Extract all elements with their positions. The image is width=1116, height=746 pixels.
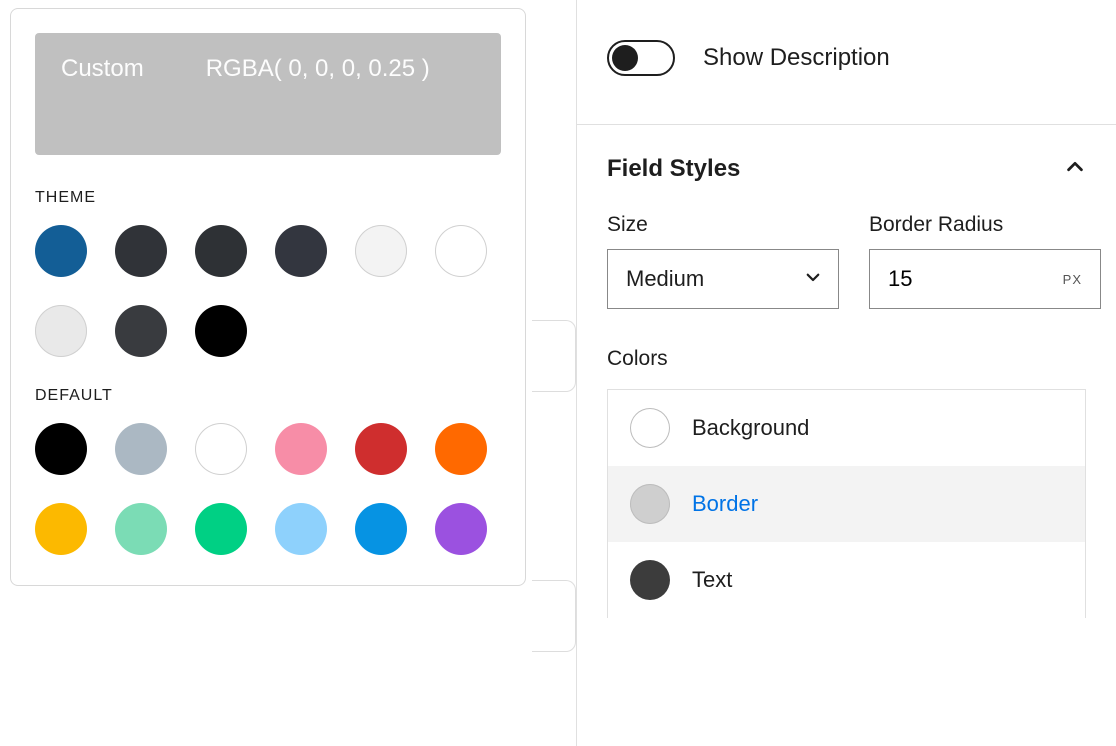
default-swatch-4[interactable] [355, 423, 407, 475]
theme-swatch-5[interactable] [435, 225, 487, 277]
theme-swatch-6[interactable] [35, 305, 87, 357]
color-swatch-border [630, 484, 670, 524]
border-radius-input[interactable] [888, 266, 1053, 292]
default-swatch-6[interactable] [35, 503, 87, 555]
theme-swatch-8[interactable] [195, 305, 247, 357]
colors-label: Colors [607, 347, 1086, 371]
default-swatch-row-2 [35, 503, 501, 555]
colors-list: Background Border Text [607, 389, 1086, 618]
default-swatch-3[interactable] [275, 423, 327, 475]
color-row-label: Border [692, 491, 758, 517]
theme-palette-title: THEME [35, 189, 501, 207]
default-swatch-5[interactable] [435, 423, 487, 475]
theme-swatch-3[interactable] [275, 225, 327, 277]
border-radius-label: Border Radius [869, 213, 1101, 237]
border-radius-field: PX [869, 249, 1101, 309]
field-styles-title: Field Styles [607, 155, 740, 183]
default-swatch-7[interactable] [115, 503, 167, 555]
color-row-border[interactable]: Border [608, 466, 1085, 542]
ghost-outline [532, 580, 576, 652]
default-swatch-8[interactable] [195, 503, 247, 555]
color-row-text[interactable]: Text [608, 542, 1085, 618]
theme-swatch-4[interactable] [355, 225, 407, 277]
color-row-label: Text [692, 567, 732, 593]
default-palette-title: DEFAULT [35, 387, 501, 405]
theme-swatch-2[interactable] [195, 225, 247, 277]
ghost-outline [532, 320, 576, 392]
theme-swatch-row-2 [35, 305, 501, 357]
default-swatch-row-1 [35, 423, 501, 475]
default-swatch-0[interactable] [35, 423, 87, 475]
chevron-down-icon [804, 266, 822, 292]
color-row-label: Background [692, 415, 809, 441]
default-swatch-1[interactable] [115, 423, 167, 475]
chevron-up-icon [1064, 156, 1086, 183]
theme-swatch-7[interactable] [115, 305, 167, 357]
color-swatch-text [630, 560, 670, 600]
border-radius-unit: PX [1063, 272, 1082, 287]
color-palette-popover: Custom RGBA( 0, 0, 0, 0.25 ) THEME DEFAU… [10, 8, 526, 586]
toggle-knob [612, 45, 638, 71]
default-swatch-11[interactable] [435, 503, 487, 555]
size-select-value: Medium [626, 266, 704, 292]
color-swatch-background [630, 408, 670, 448]
theme-swatch-1[interactable] [115, 225, 167, 277]
size-label: Size [607, 213, 839, 237]
custom-color-value: RGBA( 0, 0, 0, 0.25 ) [206, 55, 430, 83]
default-swatch-9[interactable] [275, 503, 327, 555]
default-swatch-10[interactable] [355, 503, 407, 555]
field-styles-body: Size Medium Border Radius PX [577, 213, 1116, 618]
theme-swatch-0[interactable] [35, 225, 87, 277]
size-select[interactable]: Medium [607, 249, 839, 309]
show-description-label: Show Description [703, 44, 890, 72]
custom-color-banner[interactable]: Custom RGBA( 0, 0, 0, 0.25 ) [35, 33, 501, 155]
field-styles-header[interactable]: Field Styles [577, 124, 1116, 213]
custom-color-label: Custom [61, 55, 144, 83]
show-description-toggle[interactable] [607, 40, 675, 76]
color-row-background[interactable]: Background [608, 390, 1085, 466]
default-swatch-2[interactable] [195, 423, 247, 475]
theme-swatch-row-1 [35, 225, 501, 277]
show-description-row: Show Description [577, 0, 1116, 124]
